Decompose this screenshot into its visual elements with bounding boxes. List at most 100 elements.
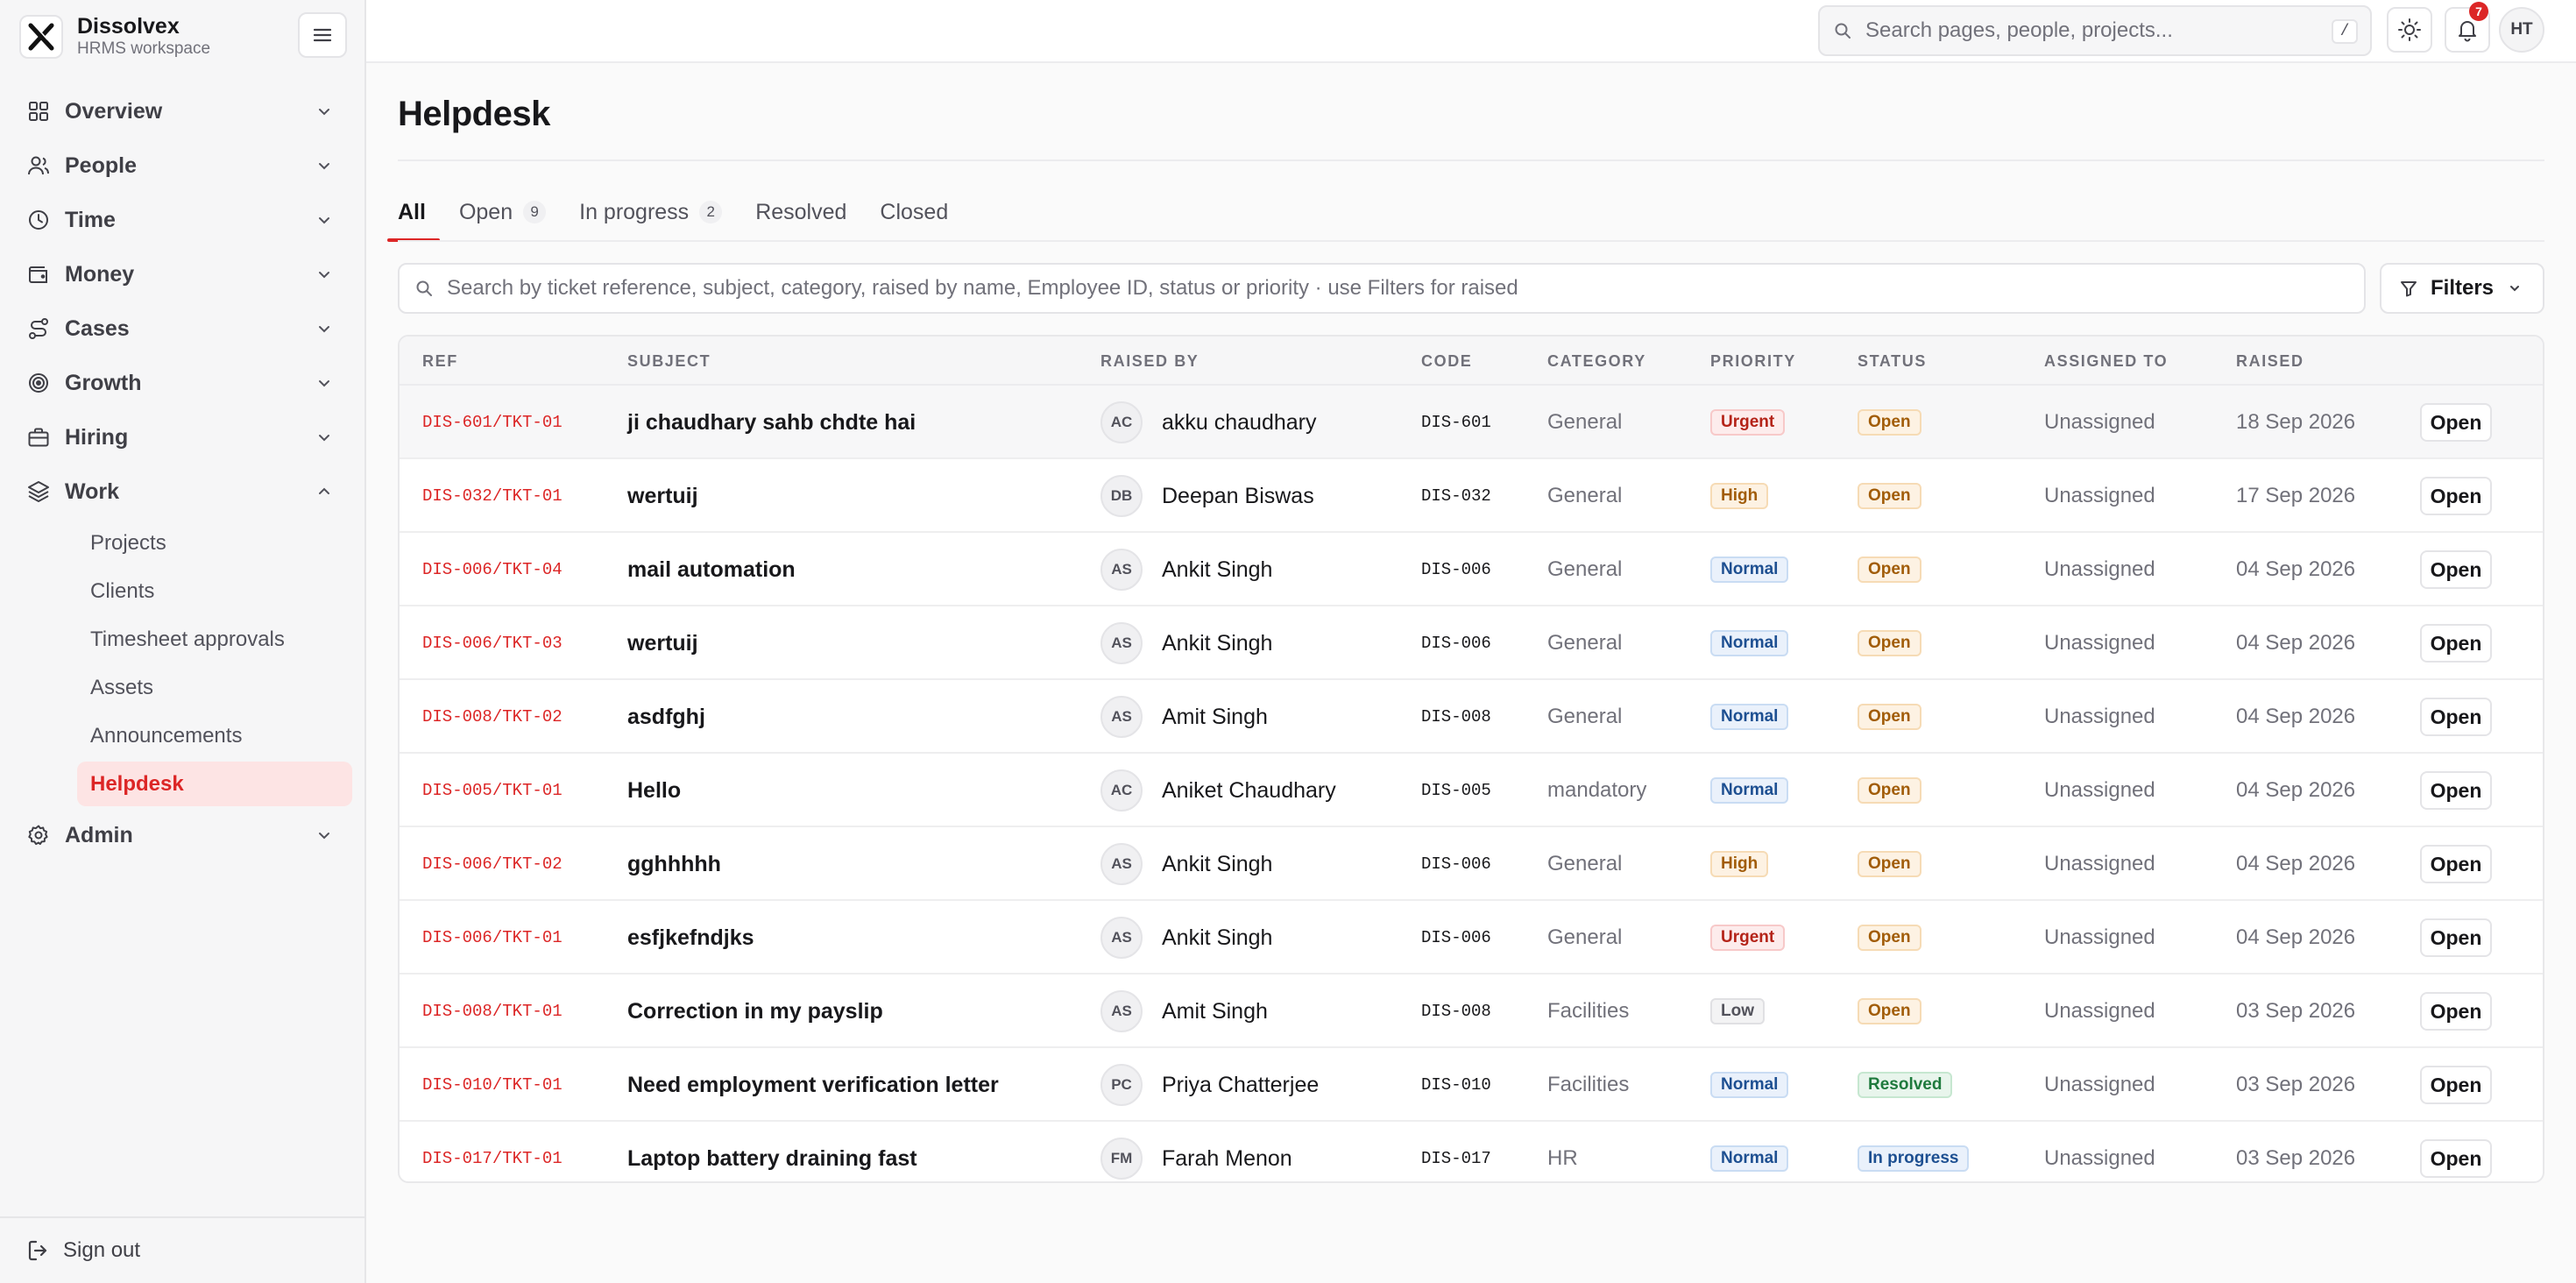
priority-cell: High — [1710, 459, 1769, 533]
category: General — [1547, 852, 1623, 875]
tickets-table: REF SUBJECT RAISED BY CODE CATEGORY PRIORITY S… — [398, 335, 2544, 1183]
open-ticket-button[interactable]: Open — [2420, 771, 2492, 810]
status-cell: Open — [1858, 754, 1921, 827]
sidebar-item-hiring[interactable]: Hiring — [0, 410, 366, 464]
table-row[interactable]: DIS-006/TKT-02 gghhhhh AS Ankit Singh DIS-00… — [400, 827, 2543, 901]
status-badge: Open — [1858, 556, 1921, 583]
open-ticket-button[interactable]: Open — [2420, 918, 2492, 957]
global-search-input[interactable] — [1865, 18, 2304, 43]
ticket-ref-link[interactable]: DIS-601/TKT-01 — [422, 386, 563, 459]
ticket-ref-link[interactable]: DIS-006/TKT-01 — [422, 901, 563, 975]
raised-by: AS Ankit Singh — [1100, 533, 1272, 606]
status-badge: Open — [1858, 998, 1921, 1024]
raised-by: AC Aniket Chaudhary — [1100, 754, 1336, 827]
theme-toggle-button[interactable] — [2387, 7, 2432, 53]
priority-cell: Normal — [1710, 1048, 1789, 1122]
table-row[interactable]: DIS-005/TKT-01 Hello AC Aniket Chaudhary DIS… — [400, 754, 2543, 827]
table-row[interactable]: DIS-601/TKT-01 ji chaudhary sahb chdte ha… — [400, 386, 2543, 459]
sidebar-subitem-clients[interactable]: Clients — [0, 567, 366, 615]
ticket-search[interactable] — [398, 263, 2366, 314]
sidebar-subitem-assets[interactable]: Assets — [0, 663, 366, 712]
table-row[interactable]: DIS-010/TKT-01 Need employment verificati… — [400, 1048, 2543, 1122]
search-icon — [416, 280, 432, 296]
priority-cell: Urgent — [1710, 901, 1786, 975]
global-search[interactable]: / — [1818, 5, 2372, 56]
table-row[interactable]: DIS-008/TKT-02 asdfghj AS Amit Singh DIS-008… — [400, 680, 2543, 754]
ticket-search-input[interactable] — [447, 276, 2339, 301]
sign-out-button[interactable]: Sign out — [0, 1216, 364, 1283]
ticket-ref-link[interactable]: DIS-008/TKT-02 — [422, 680, 563, 754]
assigned-to: Unassigned — [2044, 1146, 2155, 1170]
briefcase-icon — [25, 423, 53, 451]
sidebar-subitem-projects[interactable]: Projects — [0, 519, 366, 567]
brand[interactable]: Dissolvex HRMS workspace — [19, 12, 210, 61]
open-ticket-button[interactable]: Open — [2420, 845, 2492, 883]
status-cell: Resolved — [1858, 1048, 1953, 1122]
priority-cell: Normal — [1710, 606, 1789, 680]
sidebar-item-label: Cases — [65, 315, 130, 341]
sidebar-item-overview[interactable]: Overview — [0, 84, 366, 138]
filters-button[interactable]: Filters — [2380, 263, 2544, 314]
sidebar-subitem-timesheet-approvals[interactable]: Timesheet approvals — [0, 615, 366, 663]
avatar: AS — [1100, 990, 1143, 1032]
ticket-ref-link[interactable]: DIS-005/TKT-01 — [422, 754, 563, 827]
ticket-ref-link[interactable]: DIS-032/TKT-01 — [422, 459, 563, 533]
tab-all[interactable]: All — [387, 195, 440, 242]
ticket-ref-link[interactable]: DIS-006/TKT-03 — [422, 606, 563, 680]
tab-in-progress[interactable]: In progress 2 — [579, 195, 723, 242]
raised-by-name: Farah Menon — [1162, 1145, 1292, 1171]
open-ticket-button[interactable]: Open — [2420, 403, 2492, 442]
open-ticket-button[interactable]: Open — [2420, 992, 2492, 1031]
sidebar-item-time[interactable]: Time — [0, 193, 366, 247]
sidebar-toggle-button[interactable] — [298, 12, 347, 58]
open-ticket-button[interactable]: Open — [2420, 550, 2492, 589]
category: Facilities — [1547, 1073, 1630, 1096]
table-row[interactable]: DIS-006/TKT-03 wertuij AS Ankit Singh DIS-00… — [400, 606, 2543, 680]
tab-open[interactable]: Open 9 — [459, 195, 547, 242]
priority-badge: Normal — [1710, 777, 1789, 804]
column-header-assigned-to: ASSIGNED TO — [2044, 352, 2169, 370]
table-row[interactable]: DIS-017/TKT-01 Laptop battery draining fa… — [400, 1122, 2543, 1181]
table-row[interactable]: DIS-006/TKT-01 esfjkefndjks AS Ankit Singh D… — [400, 901, 2543, 975]
raised-date: 04 Sep 2026 — [2236, 925, 2356, 949]
tab-closed[interactable]: Closed — [880, 195, 948, 242]
ticket-ref-link[interactable]: DIS-017/TKT-01 — [422, 1122, 563, 1181]
assigned-to: Unassigned — [2044, 852, 2155, 875]
topbar: / — [366, 0, 2576, 63]
user-avatar[interactable]: HT — [2499, 7, 2544, 53]
open-ticket-button[interactable]: Open — [2420, 1066, 2492, 1104]
status-badge: Open — [1858, 630, 1921, 656]
ticket-ref-link[interactable]: DIS-010/TKT-01 — [422, 1048, 563, 1122]
raised-date: 03 Sep 2026 — [2236, 1146, 2356, 1170]
table-row[interactable]: DIS-008/TKT-01 Correction in my payslip AS… — [400, 975, 2543, 1048]
sidebar-subitem-label: Clients — [90, 578, 155, 603]
ticket-ref-link[interactable]: DIS-006/TKT-02 — [422, 827, 563, 901]
sidebar-item-admin[interactable]: Admin — [0, 808, 366, 862]
ticket-ref-link[interactable]: DIS-006/TKT-04 — [422, 533, 563, 606]
table-row[interactable]: DIS-006/TKT-04 mail automation AS Ankit Sin… — [400, 533, 2543, 606]
sign-out-icon — [28, 1240, 47, 1261]
category: General — [1547, 484, 1623, 507]
sidebar-item-cases[interactable]: Cases — [0, 301, 366, 356]
sidebar-item-growth[interactable]: Growth — [0, 356, 366, 410]
open-ticket-button[interactable]: Open — [2420, 1139, 2492, 1178]
sidebar-item-people[interactable]: People — [0, 138, 366, 193]
column-header-ref: REF — [422, 352, 458, 370]
open-ticket-button[interactable]: Open — [2420, 698, 2492, 736]
search-shortcut-key: / — [2332, 19, 2358, 44]
raised-by-name: Ankit Singh — [1162, 851, 1273, 876]
sidebar-subitem-helpdesk[interactable]: Helpdesk — [0, 760, 366, 808]
open-ticket-button[interactable]: Open — [2420, 624, 2492, 663]
tab-resolved[interactable]: Resolved — [755, 195, 846, 242]
employee-code: DIS-006 — [1421, 854, 1491, 874]
sidebar-subitem-announcements[interactable]: Announcements — [0, 712, 366, 760]
sidebar-item-work[interactable]: Work — [0, 464, 366, 519]
sidebar-item-money[interactable]: Money — [0, 247, 366, 301]
status-badge: Resolved — [1858, 1072, 1953, 1098]
table-row[interactable]: DIS-032/TKT-01 wertuij DB Deepan Biswas DIS-… — [400, 459, 2543, 533]
category: General — [1547, 557, 1623, 581]
ticket-ref-link[interactable]: DIS-008/TKT-01 — [422, 975, 563, 1048]
priority-badge: Normal — [1710, 1145, 1789, 1172]
open-ticket-button[interactable]: Open — [2420, 477, 2492, 515]
assigned-to: Unassigned — [2044, 778, 2155, 802]
